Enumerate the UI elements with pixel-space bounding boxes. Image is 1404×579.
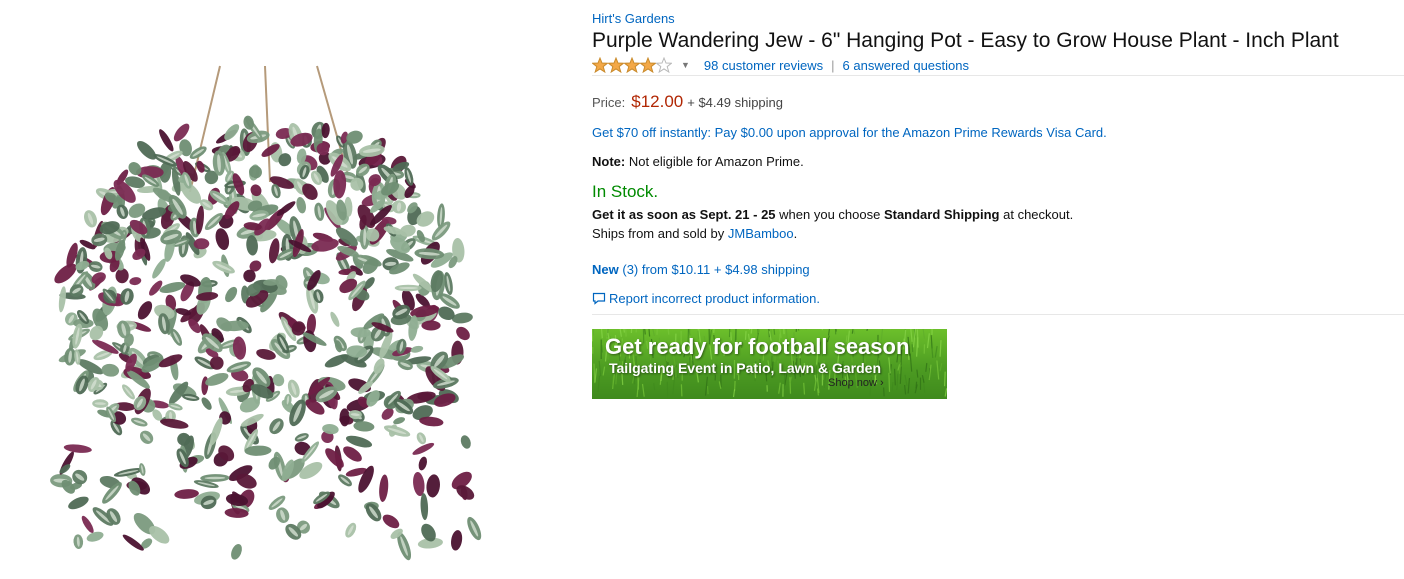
delivery-method: Standard Shipping: [883, 207, 1000, 222]
product-info: Hirt's Gardens Purple Wandering Jew - 6"…: [592, 10, 1404, 315]
report-info-row: Report incorrect product information.: [592, 291, 1404, 306]
new-offers-link[interactable]: New (3) from $10.11 + $4.98 shipping: [592, 262, 810, 277]
stock-status: In Stock.: [592, 182, 659, 201]
report-incorrect-info-link[interactable]: Report incorrect product information.: [609, 291, 820, 306]
seller-link[interactable]: JMBamboo: [728, 226, 794, 241]
delivery-suffix: at checkout.: [999, 207, 1074, 222]
chevron-down-icon[interactable]: ▼: [681, 60, 690, 70]
note-label: Note:: [592, 154, 626, 169]
hanging-plant-image: [50, 65, 482, 561]
football-season-banner[interactable]: Get ready for football season Tailgating…: [592, 329, 947, 399]
offer-condition: New: [592, 262, 619, 277]
star-empty-icon: [656, 57, 672, 73]
star-rating[interactable]: [592, 57, 672, 73]
product-image[interactable]: [30, 62, 500, 562]
delivery-prefix: Get it as soon as: [592, 207, 700, 222]
price-label: Price:: [592, 95, 626, 110]
banner-subtitle: Tailgating Event in Patio, Lawn & Garden: [609, 360, 881, 376]
ships-from-prefix: Ships from and sold by: [592, 226, 728, 241]
delivery-mid: when you choose: [775, 207, 884, 222]
price-row: Price: $12.00 + $4.49 shipping: [592, 92, 1404, 112]
price-value: $12.00: [631, 92, 684, 111]
brand-link[interactable]: Hirt's Gardens: [592, 11, 675, 26]
star-filled-icon: [640, 57, 656, 73]
offer-count: (3): [622, 262, 639, 277]
answered-questions-link[interactable]: 6 answered questions: [843, 58, 969, 73]
star-filled-icon: [624, 57, 640, 73]
ships-from-suffix: .: [793, 226, 798, 241]
product-title: Purple Wandering Jew - 6" Hanging Pot - …: [592, 29, 1339, 52]
prime-visa-promo-link[interactable]: Get $70 off instantly: Pay $0.00 upon ap…: [592, 125, 1107, 140]
offer-price: from $10.11 + $4.98 shipping: [638, 262, 810, 277]
delivery-dates: Sept. 21 - 25: [699, 207, 776, 222]
star-filled-icon: [608, 57, 624, 73]
divider: [592, 75, 1404, 76]
shipping-cost: + $4.49 shipping: [687, 95, 784, 110]
delivery-info: Get it as soon as Sept. 21 - 25 when you…: [592, 205, 1404, 243]
divider: [592, 314, 1404, 315]
other-offers: New (3) from $10.11 + $4.98 shipping: [592, 262, 1404, 277]
prime-note: Note: Not eligible for Amazon Prime.: [592, 154, 1404, 169]
banner-title: Get ready for football season: [605, 334, 910, 359]
comment-icon: [592, 292, 606, 305]
star-filled-icon: [592, 57, 608, 73]
note-text: Not eligible for Amazon Prime.: [625, 154, 804, 169]
banner-shop-now[interactable]: Shop now ›: [828, 377, 884, 389]
rating-separator: |: [831, 57, 835, 73]
rating-row: ▼ 98 customer reviews | 6 answered quest…: [592, 55, 1404, 75]
customer-reviews-link[interactable]: 98 customer reviews: [704, 58, 823, 73]
